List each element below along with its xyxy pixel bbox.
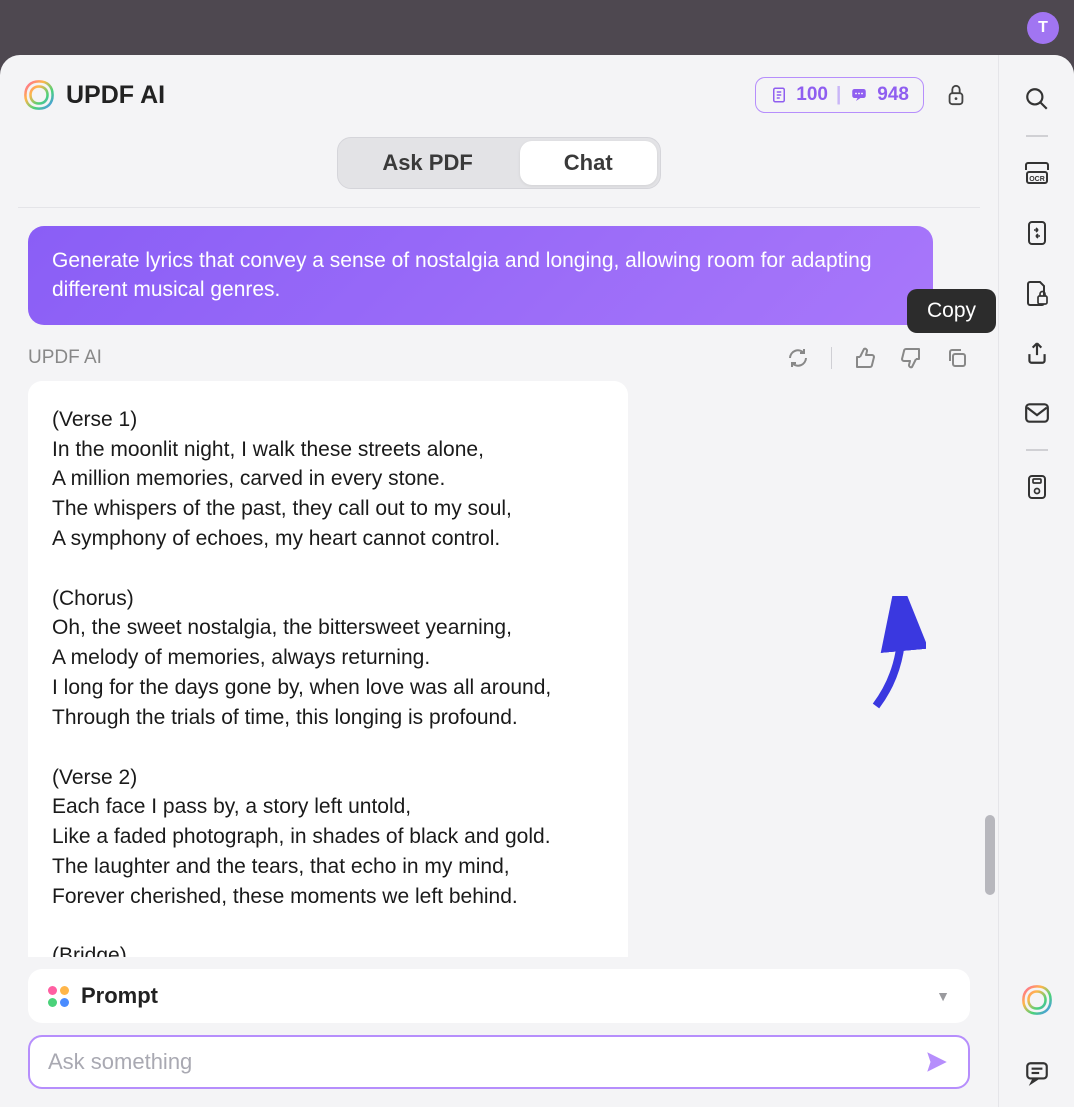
convert-button[interactable]: [1023, 219, 1051, 247]
main-panel: UPDF AI 100 | 948 Ask PDF Chat Ge: [0, 55, 999, 1107]
thumbs-down-button[interactable]: [898, 345, 924, 371]
tab-ask-pdf[interactable]: Ask PDF: [338, 138, 516, 188]
tab-chat[interactable]: Chat: [520, 141, 657, 185]
divider: [18, 207, 980, 208]
updf-logo-icon: [22, 78, 56, 112]
lock-button[interactable]: [942, 81, 970, 109]
chat-input[interactable]: [48, 1049, 924, 1075]
scrollbar-thumb[interactable]: [985, 815, 995, 895]
prompt-dots-icon: [48, 986, 69, 1007]
thumbs-up-icon: [853, 346, 877, 370]
updf-logo-icon: [1020, 983, 1054, 1017]
thumbs-down-icon: [899, 346, 923, 370]
share-button[interactable]: [1023, 339, 1051, 367]
file-lock-icon: [1025, 279, 1049, 307]
lock-icon: [945, 82, 967, 108]
app-shell: UPDF AI 100 | 948 Ask PDF Chat Ge: [0, 55, 1074, 1107]
svg-text:OCR: OCR: [1029, 176, 1045, 183]
updf-rail-logo[interactable]: [1020, 983, 1054, 1017]
search-button[interactable]: [1023, 85, 1051, 113]
save-file-icon: [1025, 473, 1049, 501]
user-message-text: Generate lyrics that convey a sense of n…: [52, 249, 872, 301]
save-button[interactable]: [1023, 473, 1051, 501]
user-message-bubble: Generate lyrics that convey a sense of n…: [28, 226, 933, 325]
protect-button[interactable]: [1023, 279, 1051, 307]
search-icon: [1024, 86, 1050, 112]
comment-icon: [1024, 1060, 1050, 1086]
copy-tooltip: Copy: [907, 289, 996, 333]
tab-group: Ask PDF Chat: [337, 137, 660, 189]
convert-icon: [1025, 219, 1049, 247]
copy-button[interactable]: [944, 345, 970, 371]
prompt-bar[interactable]: Prompt ▼: [28, 969, 970, 1023]
avatar-initial: T: [1038, 19, 1048, 37]
bottom-area: Prompt ▼: [0, 957, 998, 1107]
input-row: [28, 1035, 970, 1089]
ocr-icon: OCR: [1023, 160, 1051, 186]
share-icon: [1024, 340, 1050, 366]
regenerate-button[interactable]: [785, 345, 811, 371]
pages-count: 100: [796, 84, 828, 106]
chat-area[interactable]: Generate lyrics that convey a sense of n…: [0, 226, 998, 957]
action-separator: [831, 347, 832, 369]
ai-meta-row: UPDF AI Copy: [28, 345, 970, 371]
app-logo: UPDF AI: [22, 78, 165, 112]
ocr-button[interactable]: OCR: [1023, 159, 1051, 187]
send-icon: [924, 1049, 950, 1075]
credits-badge[interactable]: 100 | 948: [755, 77, 924, 113]
ai-sender-label: UPDF AI: [28, 347, 102, 369]
rail-separator: [1026, 449, 1048, 451]
document-icon: [770, 86, 788, 104]
annotation-arrow-icon: [856, 596, 926, 716]
thumbs-up-button[interactable]: [852, 345, 878, 371]
message-actions: Copy: [785, 345, 970, 371]
mail-button[interactable]: [1023, 399, 1051, 427]
header-row: UPDF AI 100 | 948: [0, 55, 998, 127]
rail-separator: [1026, 135, 1048, 137]
send-button[interactable]: [924, 1049, 950, 1075]
app-title: UPDF AI: [66, 81, 165, 110]
refresh-icon: [786, 346, 810, 370]
mail-icon: [1024, 402, 1050, 424]
badge-separator: |: [836, 84, 841, 106]
copy-icon: [945, 346, 969, 370]
comments-button[interactable]: [1023, 1059, 1051, 1087]
right-rail: OCR: [999, 55, 1074, 1107]
tokens-count: 948: [877, 84, 909, 106]
user-avatar[interactable]: T: [1027, 12, 1059, 44]
ai-response-text: (Verse 1) In the moonlit night, I walk t…: [28, 381, 628, 957]
chat-bubble-icon: [849, 86, 869, 104]
tabs-row: Ask PDF Chat: [0, 127, 998, 207]
chevron-down-icon: ▼: [936, 988, 950, 1004]
title-bar: T: [0, 0, 1074, 55]
prompt-label: Prompt: [81, 983, 924, 1009]
